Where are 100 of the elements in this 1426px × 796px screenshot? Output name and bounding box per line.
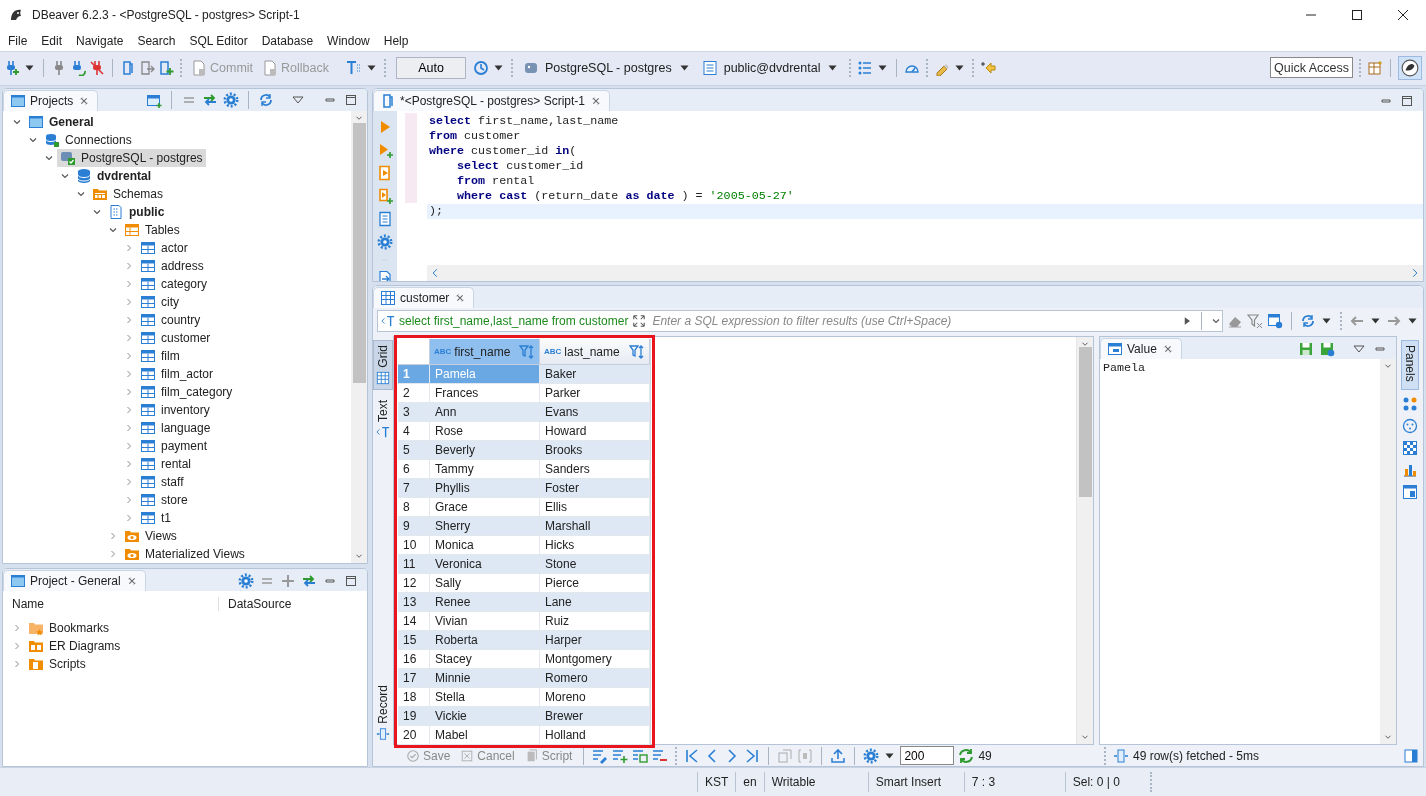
history-icon[interactable] xyxy=(473,59,489,76)
row-number[interactable]: 20 xyxy=(398,726,430,745)
tree-item[interactable]: language xyxy=(137,419,214,437)
document-arrow-icon[interactable] xyxy=(139,59,155,76)
view-tab[interactable]: Record xyxy=(373,681,393,745)
dropdown-caret-icon[interactable] xyxy=(885,752,895,759)
dropdown-caret-icon[interactable] xyxy=(25,64,34,71)
round-logo-icon[interactable] xyxy=(1401,58,1419,77)
row-number[interactable]: 9 xyxy=(398,517,430,536)
tree-item[interactable]: film_actor xyxy=(137,365,216,383)
play-plus-icon[interactable] xyxy=(377,142,393,158)
text-format-icon[interactable] xyxy=(346,59,362,76)
scrollbar[interactable] xyxy=(351,111,367,563)
row-number[interactable]: 13 xyxy=(398,593,430,612)
row-number[interactable]: 7 xyxy=(398,479,430,498)
tree-item[interactable]: Schemas xyxy=(89,185,167,203)
menu-item[interactable]: SQL Editor xyxy=(182,33,255,48)
dropdown-caret-icon[interactable] xyxy=(955,64,965,71)
filter-sort-icon[interactable] xyxy=(519,343,535,360)
maximize-icon[interactable] xyxy=(1399,93,1415,109)
scroll-left-icon[interactable] xyxy=(430,268,440,278)
row-number[interactable]: 5 xyxy=(398,441,430,460)
tree-item[interactable]: film xyxy=(137,347,183,365)
tree-item[interactable]: t1 xyxy=(137,509,174,527)
tree-item[interactable]: Bookmarks xyxy=(25,619,113,637)
dots-grid-icon[interactable] xyxy=(1402,395,1418,412)
run-script-icon[interactable] xyxy=(377,165,393,181)
panel-tab[interactable]: *<PostgreSQL - postgres> Script-1 xyxy=(373,90,610,111)
run-script-plus-icon[interactable] xyxy=(377,188,393,204)
tree-item[interactable]: Materialized Views xyxy=(121,545,248,563)
panel-tab[interactable]: Project - General xyxy=(3,570,146,591)
star-arrow-icon[interactable] xyxy=(980,59,997,76)
row-number[interactable]: 3 xyxy=(398,403,430,422)
transaction-mode-button[interactable]: Auto xyxy=(396,56,466,79)
add-row-icon[interactable] xyxy=(612,747,629,764)
dropdown-caret-icon[interactable] xyxy=(494,64,503,71)
filter-clear-icon[interactable] xyxy=(1247,313,1263,329)
sync-icon[interactable] xyxy=(1300,313,1316,329)
link-arrows-icon[interactable] xyxy=(301,573,317,589)
layout-icon[interactable] xyxy=(1403,747,1419,764)
tree-item[interactable]: actor xyxy=(137,239,191,257)
view-tab[interactable]: Grid xyxy=(373,340,393,390)
row-number[interactable]: 17 xyxy=(398,669,430,688)
dropdown-caret-icon[interactable] xyxy=(1371,318,1380,324)
plug-refresh-icon[interactable] xyxy=(70,59,86,76)
dropdown-caret-icon[interactable] xyxy=(878,64,888,71)
maximize-icon[interactable] xyxy=(1349,7,1365,23)
last-page-icon[interactable] xyxy=(744,747,761,764)
menu-item[interactable]: Window xyxy=(320,33,377,48)
checker-icon[interactable] xyxy=(1402,439,1418,456)
view-tab[interactable]: Text xyxy=(373,395,393,443)
explain-plan-icon[interactable] xyxy=(377,211,393,227)
filter-field[interactable]: select first_name,last_name from customer Enter a SQL expression to filter results (use Ctrl+Space) xyxy=(377,310,1223,332)
tree-item[interactable]: customer xyxy=(137,329,214,347)
plug-plus-icon[interactable] xyxy=(4,59,20,76)
panel-tab[interactable]: Projects xyxy=(3,90,99,111)
settings-icon[interactable] xyxy=(377,234,393,250)
dropdown-caret-icon[interactable] xyxy=(1322,318,1331,324)
upload-icon[interactable] xyxy=(830,747,847,764)
scrollbar[interactable] xyxy=(427,265,1423,281)
script-icon[interactable] xyxy=(120,59,136,76)
tree-item[interactable]: category xyxy=(137,275,211,293)
sync-icon[interactable] xyxy=(258,92,274,108)
tree-item[interactable]: inventory xyxy=(137,401,213,419)
close-icon[interactable] xyxy=(1395,7,1411,23)
circle-dots-icon[interactable] xyxy=(1402,417,1418,434)
maximize-icon[interactable] xyxy=(343,92,359,108)
save-settings-icon[interactable] xyxy=(1319,341,1335,357)
schema-selector[interactable]: public@dvdrental xyxy=(697,57,844,78)
settings-icon[interactable] xyxy=(863,747,880,764)
refresh-icon[interactable] xyxy=(958,747,975,764)
plug-cross-icon[interactable] xyxy=(89,59,105,76)
tree-item[interactable]: store xyxy=(137,491,191,509)
new-folder-icon[interactable] xyxy=(146,92,162,108)
tree-item[interactable]: Views xyxy=(121,527,180,545)
column-header[interactable]: ABC last_name xyxy=(540,339,650,365)
maximize-icon[interactable] xyxy=(343,573,359,589)
tree-item[interactable]: payment xyxy=(137,437,211,455)
panel-icon[interactable] xyxy=(1402,483,1418,500)
settings-icon[interactable] xyxy=(223,92,239,108)
row-number[interactable]: 11 xyxy=(398,555,430,574)
menu-item[interactable]: Navigate xyxy=(69,33,131,48)
tree-item[interactable]: Scripts xyxy=(25,655,89,673)
save-icon[interactable] xyxy=(1298,341,1314,357)
dropdown-caret-icon[interactable] xyxy=(1408,318,1417,324)
tree-item[interactable]: address xyxy=(137,257,207,275)
tree-item[interactable]: film_category xyxy=(137,383,236,401)
columns-icon[interactable] xyxy=(1112,747,1129,764)
panel-tab[interactable]: Value xyxy=(1100,338,1182,359)
scrollbar[interactable] xyxy=(1076,337,1093,744)
layout-plus-icon[interactable] xyxy=(1367,59,1383,76)
scroll-right-icon[interactable] xyxy=(1410,268,1420,278)
panel-tab[interactable]: customer xyxy=(373,287,475,308)
tree-item[interactable]: dvdrental xyxy=(73,167,154,185)
menu-item[interactable]: Help xyxy=(376,33,416,48)
copy-row-icon[interactable] xyxy=(632,747,649,764)
tree-item[interactable]: General xyxy=(25,113,97,131)
plus-icon[interactable] xyxy=(280,573,296,589)
column-header[interactable]: ABC first_name xyxy=(430,339,540,365)
tree-item[interactable]: city xyxy=(137,293,182,311)
